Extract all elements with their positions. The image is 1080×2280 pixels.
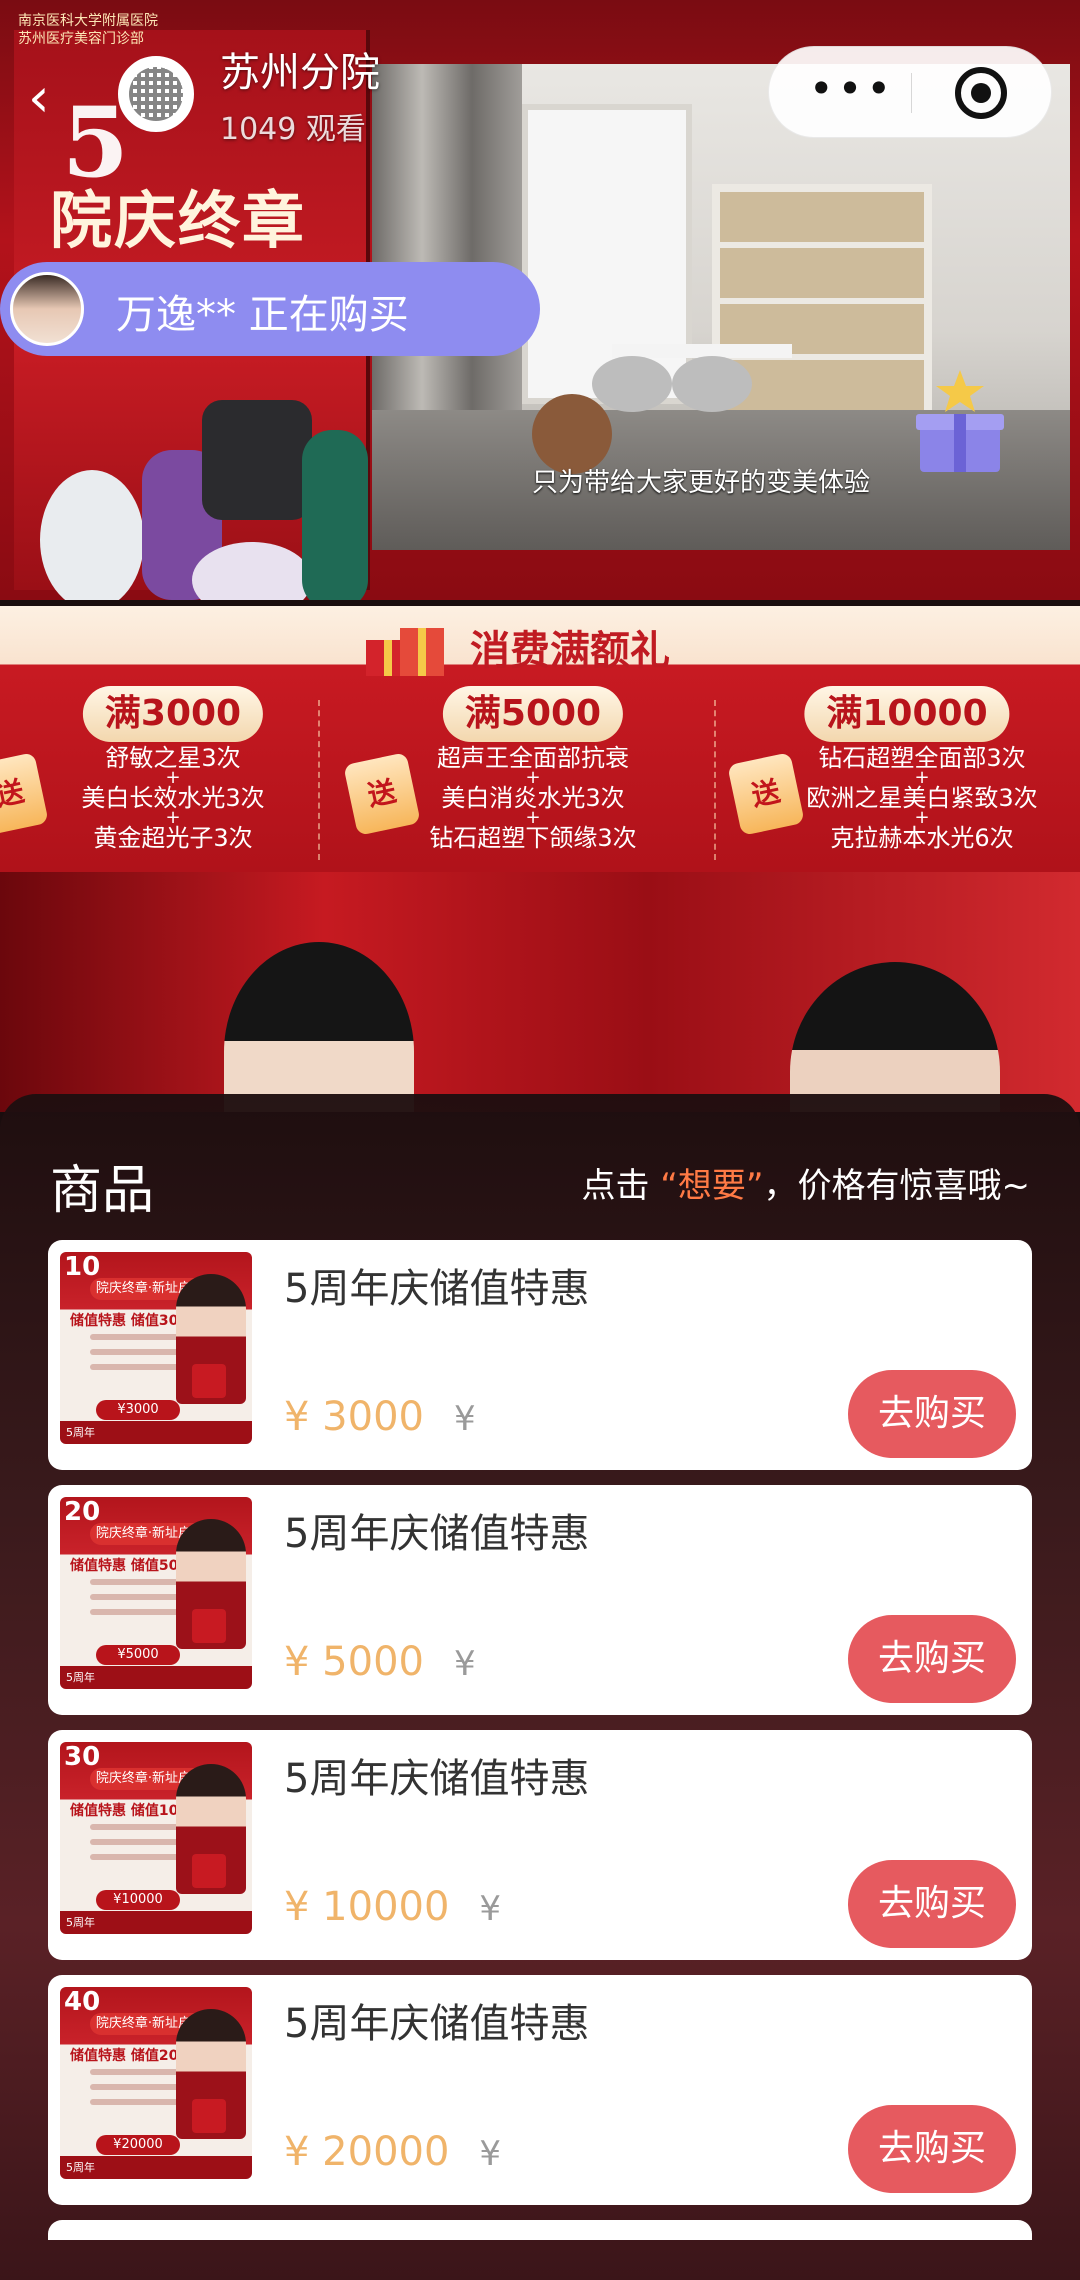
- product-price: ¥ 20000 ¥: [284, 2129, 502, 2175]
- buy-button[interactable]: 去购买: [848, 1860, 1016, 1948]
- tier-divider: [714, 700, 716, 860]
- chevron-left-icon[interactable]: ‹: [28, 68, 68, 128]
- purchase-notification: 万逸** 正在购买: [0, 262, 540, 356]
- capsule-divider: [911, 73, 912, 113]
- miniprogram-capsule: •••: [768, 46, 1052, 138]
- original-price: ¥: [453, 1399, 476, 1439]
- want-hint: 点击 “想要”，价格有惊喜哦~: [581, 1166, 1030, 1206]
- room-avatar[interactable]: [118, 56, 194, 132]
- host-video: [0, 872, 1080, 1112]
- product-sheet-title: 商品: [50, 1161, 155, 1221]
- original-price: ¥: [453, 1644, 476, 1684]
- buy-button[interactable]: 去购买: [848, 2105, 1016, 2193]
- tier-threshold: 满3000: [82, 686, 264, 742]
- viewer-count: 1049 观看: [220, 112, 366, 147]
- gift-tier-5000: 满5000 送 超声王全面部抗衰 + 美白消炎水光3次 + 钻石超塑下颌缘3次: [343, 678, 706, 868]
- product-list: 10 院庆终章·新址启序 储值特惠 储值3000 ¥3000 5周年 5周年庆储…: [48, 1240, 1032, 2240]
- product-sheet: 商品 点击 “想要”，价格有惊喜哦~ 10 院庆终章·新址启序 储值特惠 储值3…: [0, 1094, 1080, 2280]
- product-thumbnail[interactable]: 10 院庆终章·新址启序 储值特惠 储值3000 ¥3000 5周年: [60, 1252, 252, 1444]
- video-caption: 只为带给大家更好的变美体验: [532, 468, 871, 498]
- buy-button[interactable]: 去购买: [848, 1370, 1016, 1458]
- purchase-text: 万逸** 正在购买: [116, 292, 409, 338]
- tier-items: 超声王全面部抗衰 + 美白消炎水光3次 + 钻石超塑下颌缘3次: [429, 744, 637, 852]
- product-card[interactable]: 30 院庆终章·新址启序 储值特惠 储值10000 ¥10000 5周年 5周年…: [48, 1730, 1032, 1960]
- gift-tier-10000: 满10000 送 钻石超塑全面部3次 + 欧洲之星美白紧致3次 + 克拉赫本水光…: [727, 678, 1080, 868]
- tier-divider: [318, 700, 320, 860]
- host-left-image: [224, 942, 414, 1112]
- product-card[interactable]: 40 院庆终章·新址启序 储值特惠 储值20000 ¥20000 5周年 5周年…: [48, 1975, 1032, 2205]
- product-price: ¥ 5000 ¥: [284, 1639, 476, 1685]
- gift-icon: [192, 2099, 226, 2133]
- product-rank: 20: [64, 1497, 101, 1527]
- gift-box-icon[interactable]: [912, 360, 1008, 480]
- buy-button[interactable]: 去购买: [848, 1615, 1016, 1703]
- product-card[interactable]: 20 院庆终章·新址启序 储值特惠 储值5000 ¥5000 5周年 5周年庆储…: [48, 1485, 1032, 1715]
- product-rank: 10: [64, 1252, 101, 1282]
- target-close-icon[interactable]: [955, 67, 1007, 119]
- tier-threshold: 满5000: [442, 686, 624, 742]
- product-thumbnail[interactable]: 20 院庆终章·新址启序 储值特惠 储值5000 ¥5000 5周年: [60, 1497, 252, 1689]
- tier-items: 舒敏之星3次 + 美白长效水光3次 + 黄金超光子3次: [81, 744, 265, 852]
- product-price: ¥ 10000 ¥: [284, 1884, 502, 1930]
- tier-threshold: 满10000: [804, 686, 1010, 742]
- more-dots-icon[interactable]: •••: [807, 68, 897, 115]
- product-sheet-header: 商品 点击 “想要”，价格有惊喜哦~: [50, 1148, 1030, 1221]
- product-rank: 40: [64, 1987, 101, 2017]
- product-thumbnail[interactable]: 30 院庆终章·新址启序 储值特惠 储值10000 ¥10000 5周年: [60, 1742, 252, 1934]
- spend-gift-banner: 消费满额礼 满3000 送 舒敏之星3次 + 美白长效水光3次 + 黄金超光子3…: [0, 606, 1080, 872]
- buyer-avatar: [10, 272, 84, 346]
- beauty-devices-image: [40, 400, 368, 600]
- product-rank: 30: [64, 1742, 101, 1772]
- product-name: 5周年庆储值特惠: [284, 1511, 590, 1557]
- product-price: ¥ 3000 ¥: [284, 1394, 476, 1440]
- product-card[interactable]: [48, 2220, 1032, 2240]
- gift-stack-icon: [366, 628, 444, 676]
- product-thumbnail[interactable]: 40 院庆终章·新址启序 储值特惠 储值20000 ¥20000 5周年: [60, 1987, 252, 2179]
- host-right-image: [790, 962, 1000, 1112]
- product-name: 5周年庆储值特惠: [284, 1756, 590, 1802]
- original-price: ¥: [479, 1889, 502, 1929]
- room-title: 苏州分院: [220, 50, 380, 96]
- product-name: 5周年庆储值特惠: [284, 1266, 590, 1312]
- tier-items: 钻石超塑全面部3次 + 欧洲之星美白紧致3次 + 克拉赫本水光6次: [806, 744, 1038, 852]
- product-name: 5周年庆储值特惠: [284, 2001, 590, 2047]
- original-price: ¥: [479, 2134, 502, 2174]
- live-video[interactable]: 5 院庆终章 新址启序 南京医科大学附属医院 苏州医疗美容门诊部 只为带给大家更…: [0, 0, 1080, 600]
- gift-icon: [192, 1854, 226, 1888]
- gift-tier-3000: 满3000 送 舒敏之星3次 + 美白长效水光3次 + 黄金超光子3次: [0, 678, 346, 868]
- gift-icon: [192, 1609, 226, 1643]
- gift-icon: [192, 1364, 226, 1398]
- product-card[interactable]: 10 院庆终章·新址启序 储值特惠 储值3000 ¥3000 5周年 5周年庆储…: [48, 1240, 1032, 1470]
